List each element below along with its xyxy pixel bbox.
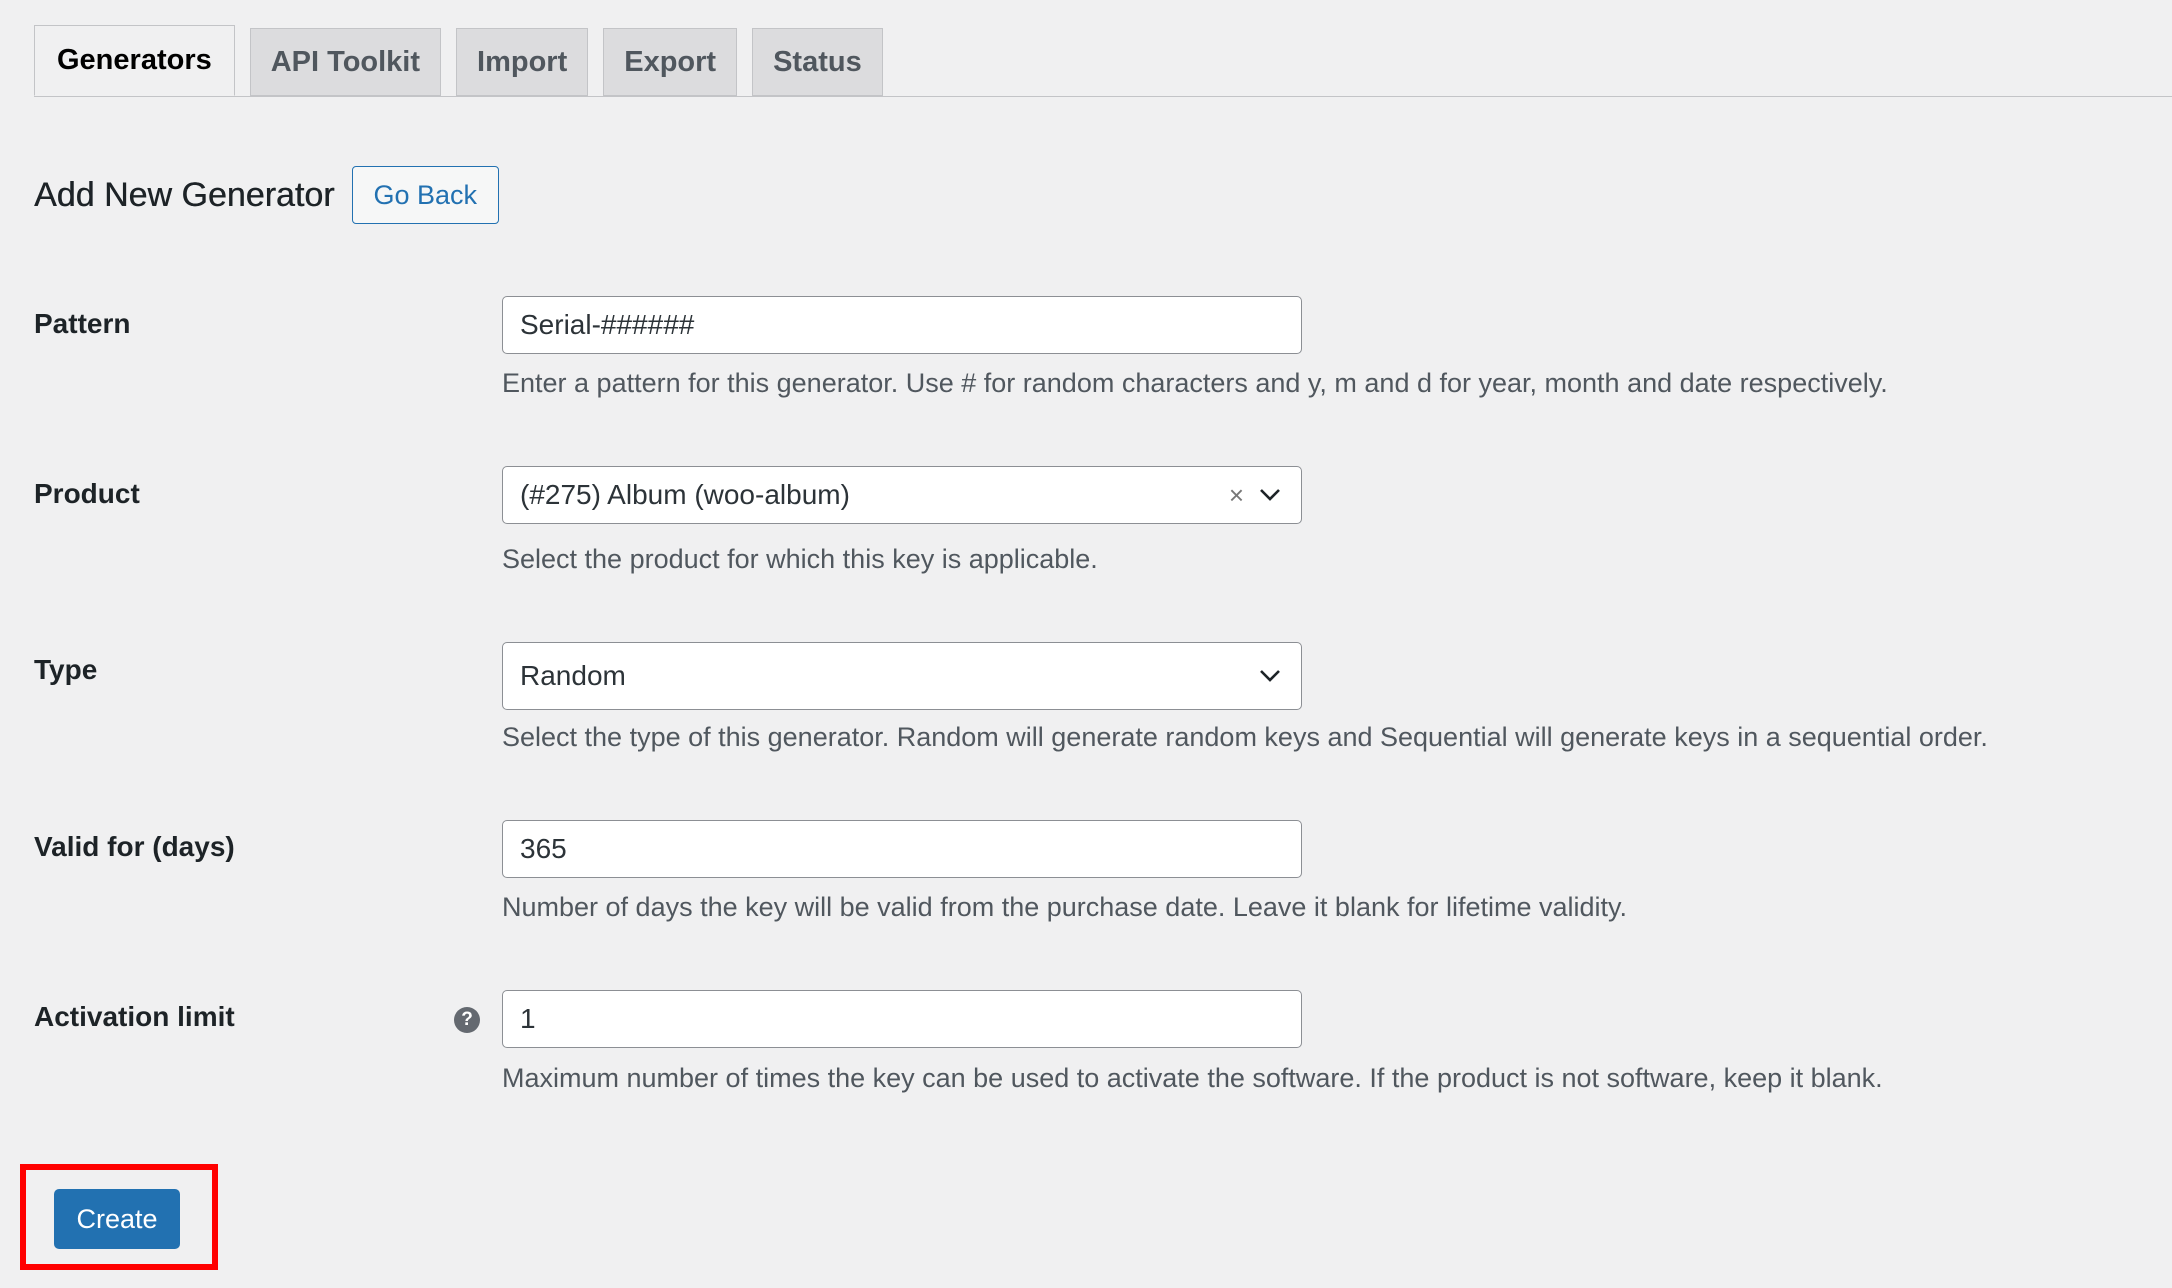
activation-limit-input[interactable] (520, 1003, 1284, 1035)
tab-import[interactable]: Import (456, 28, 589, 96)
product-select[interactable]: (#275) Album (woo-album) × (502, 466, 1302, 524)
pattern-label: Pattern (34, 308, 131, 339)
valid-for-input[interactable] (520, 833, 1284, 865)
tab-divider (34, 96, 2172, 97)
page-title: Add New Generator (34, 175, 335, 214)
valid-for-label: Valid for (days) (34, 831, 235, 862)
type-select[interactable]: Random (502, 642, 1302, 710)
tab-api-toolkit[interactable]: API Toolkit (249, 28, 442, 96)
valid-for-description: Number of days the key will be valid fro… (502, 892, 1628, 922)
activation-limit-description: Maximum number of times the key can be u… (502, 1063, 1883, 1093)
valid-for-field[interactable] (502, 820, 1302, 878)
create-button[interactable]: Create (54, 1189, 180, 1249)
pattern-description: Enter a pattern for this generator. Use … (502, 368, 1888, 398)
product-description: Select the product for which this key is… (502, 544, 1098, 574)
pattern-field[interactable] (502, 296, 1302, 354)
tab-export[interactable]: Export (603, 28, 738, 96)
pattern-input[interactable] (520, 309, 1284, 341)
tab-bar: Generators API Toolkit Import Export Sta… (34, 25, 898, 96)
product-label: Product (34, 478, 140, 509)
activation-limit-label: Activation limit (34, 1001, 235, 1032)
go-back-button[interactable]: Go Back (351, 166, 500, 224)
help-icon[interactable]: ? (454, 1007, 480, 1033)
type-label: Type (34, 654, 98, 685)
type-description: Select the type of this generator. Rando… (502, 722, 1988, 752)
tab-status[interactable]: Status (752, 28, 883, 96)
clear-selection-icon[interactable]: × (1229, 480, 1244, 511)
product-selected-value: (#275) Album (woo-album) (520, 479, 850, 510)
page-heading: Add New Generator Go Back (34, 166, 500, 224)
type-selected-value: Random (520, 660, 626, 691)
chevron-down-icon[interactable] (1256, 481, 1284, 509)
tab-generators[interactable]: Generators (34, 25, 235, 96)
activation-limit-field[interactable] (502, 990, 1302, 1048)
chevron-down-icon[interactable] (1256, 662, 1284, 690)
